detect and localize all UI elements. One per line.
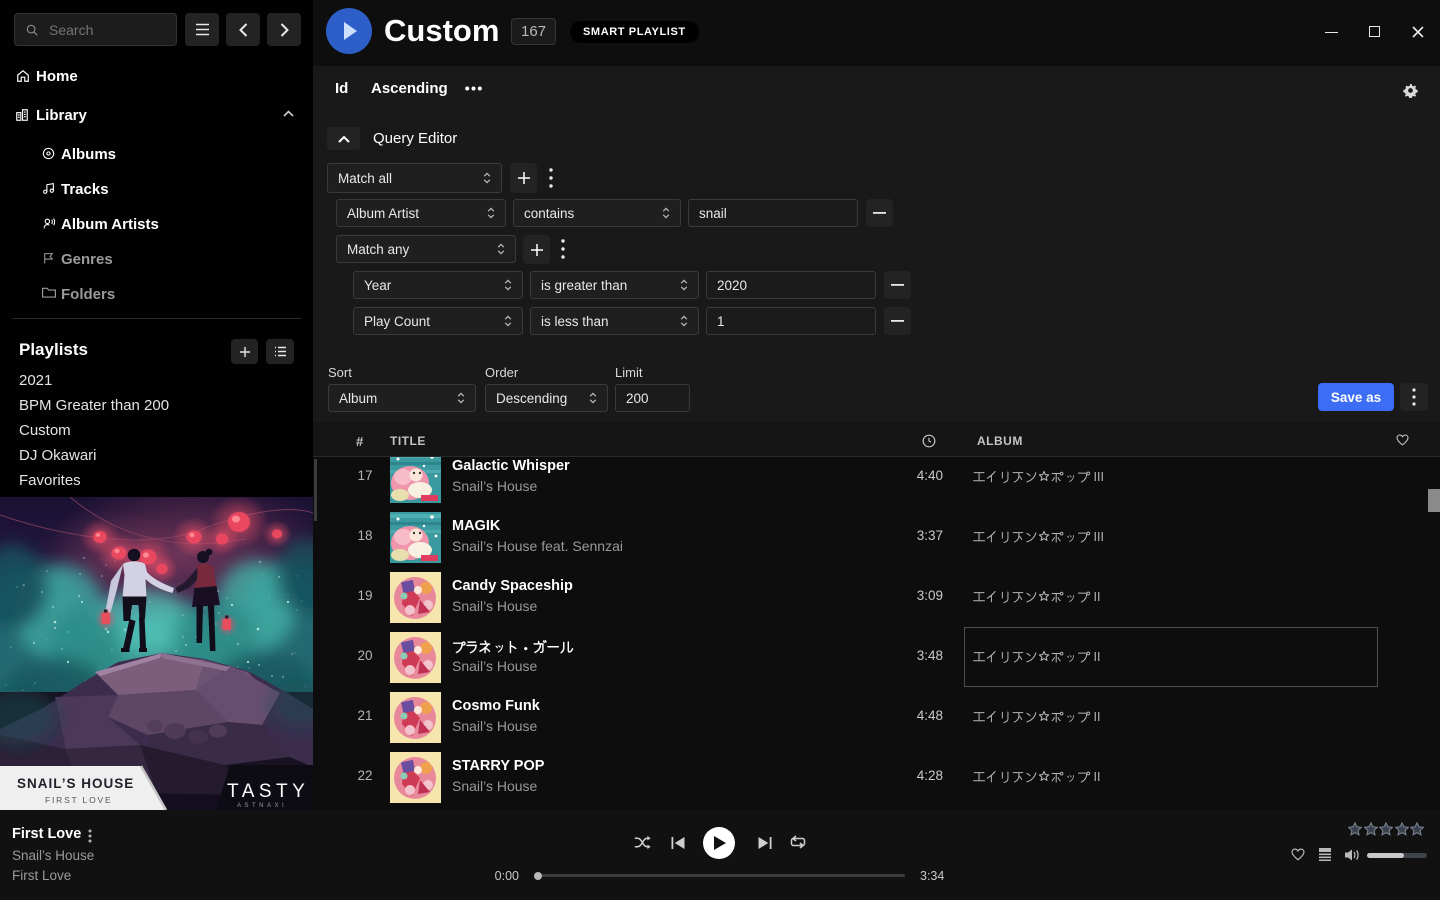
svg-text:TASTY: TASTY bbox=[227, 781, 309, 802]
svg-text:ASTNAXI: ASTNAXI bbox=[237, 803, 287, 809]
svg-text:II: II bbox=[1094, 590, 1101, 604]
svg-text:III: III bbox=[1094, 530, 1104, 544]
svg-text:III: III bbox=[1094, 470, 1104, 484]
svg-text:II: II bbox=[1094, 710, 1101, 724]
svg-text:II: II bbox=[1094, 770, 1101, 784]
svg-text:SNAIL’S HOUSE: SNAIL’S HOUSE bbox=[17, 776, 134, 791]
svg-text:FIRST LOVE: FIRST LOVE bbox=[45, 795, 112, 805]
